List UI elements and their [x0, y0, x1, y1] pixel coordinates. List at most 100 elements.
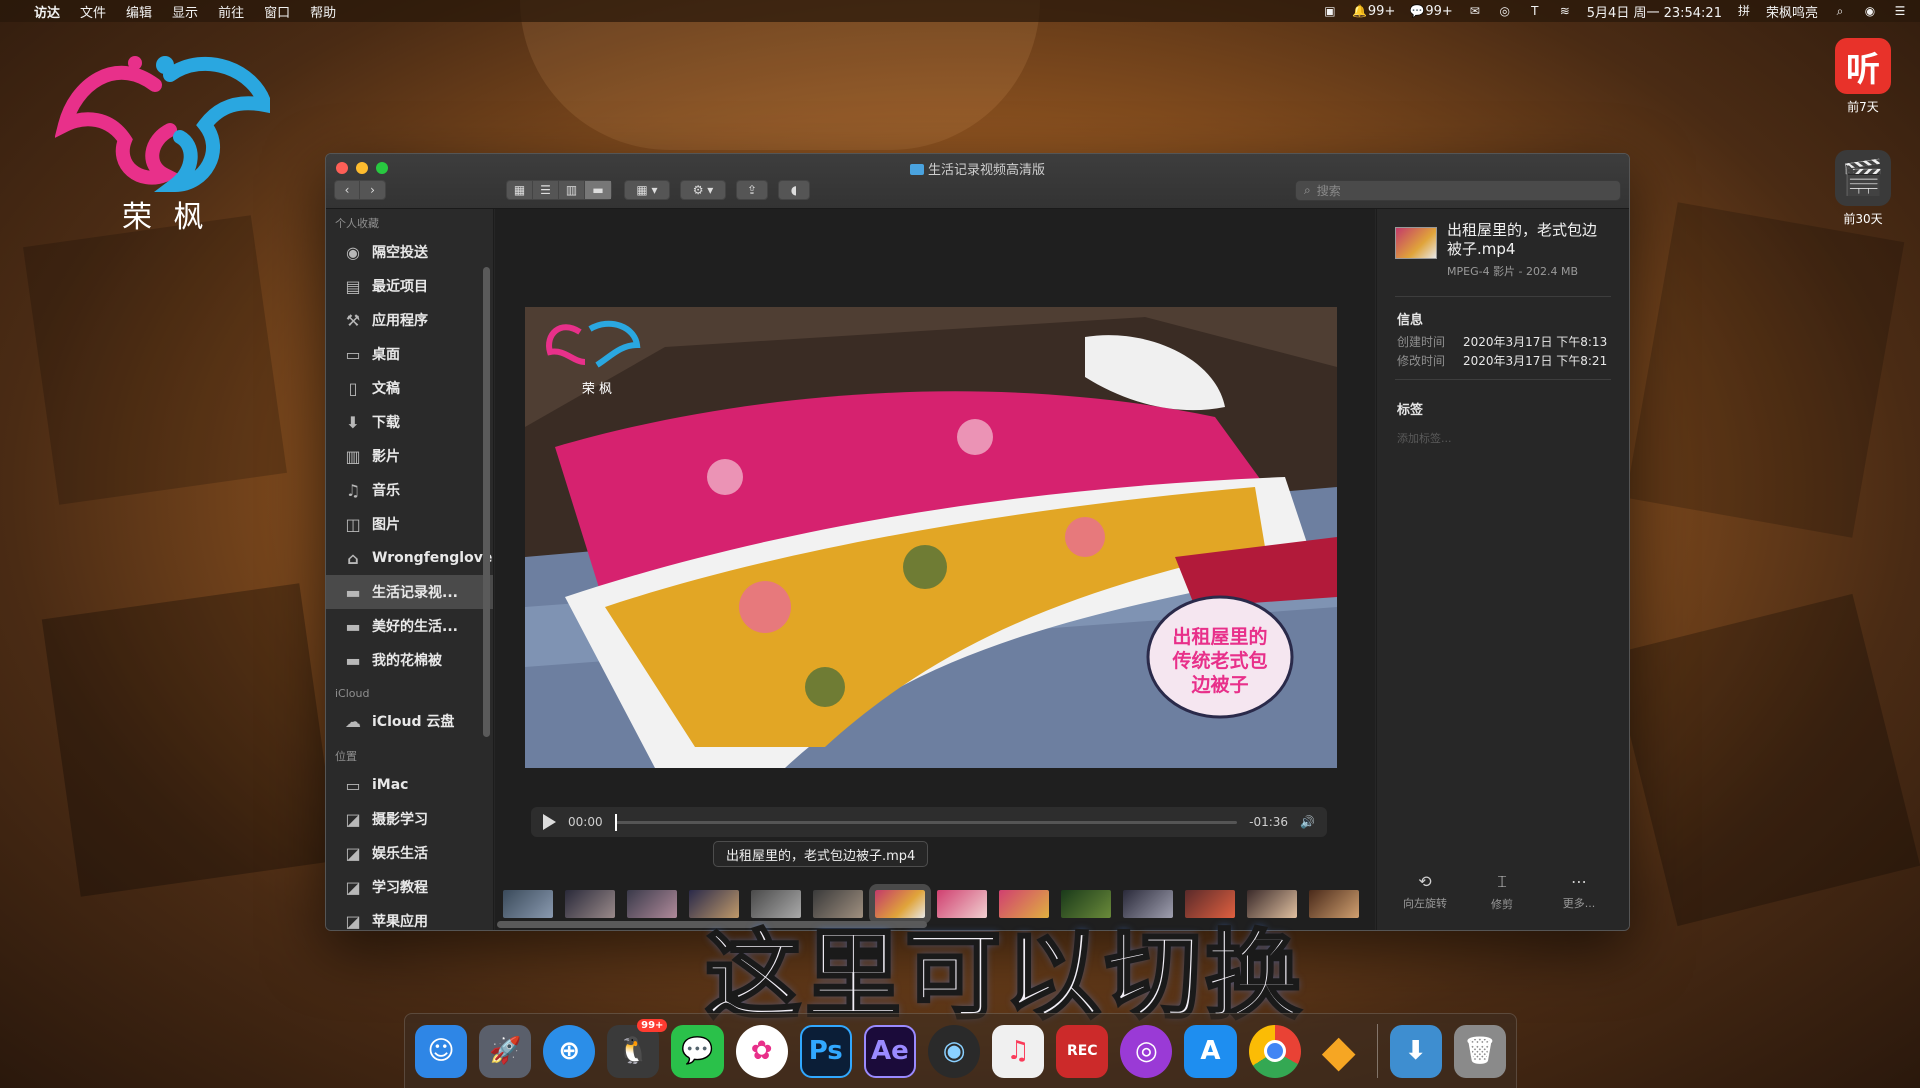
video-preview[interactable]: 出租屋里的 传统老式包 边被子 荣 枫 — [525, 307, 1337, 768]
sidebar-item-music[interactable]: ♫ 音乐 — [326, 473, 493, 507]
search-input[interactable] — [1316, 183, 1597, 198]
sidebar-scrollbar[interactable] — [483, 267, 490, 737]
wechat-app-icon[interactable]: 💬 — [671, 1024, 724, 1078]
desktop-icon-final-cut[interactable]: 🎬 前30天 — [1823, 150, 1903, 227]
current-time: 00:00 — [568, 815, 603, 829]
launchpad-app-icon[interactable]: 🚀 — [479, 1024, 532, 1078]
siri-icon[interactable]: ◉ — [1862, 4, 1878, 18]
filmstrip-thumbnail[interactable] — [1309, 889, 1359, 918]
sidebar-item-airdrop[interactable]: ◉ 隔空投送 — [326, 235, 493, 269]
qq-app-icon[interactable]: 🐧 99+ — [607, 1018, 668, 1078]
search-icon[interactable]: ⌕ — [1832, 4, 1848, 18]
sketch-app-icon[interactable]: ◆ — [1313, 1025, 1365, 1078]
column-view-button[interactable]: ▥ — [559, 181, 585, 199]
action-button[interactable]: ⚙ ▾ — [680, 180, 726, 200]
wifi-icon[interactable]: ≋ — [1557, 4, 1573, 18]
gallery-view-button[interactable]: ▬ — [585, 181, 611, 199]
after-effects-app-icon[interactable]: Ae — [863, 1024, 916, 1078]
menu-help[interactable]: 帮助 — [310, 2, 336, 21]
finder-window: 生活记录视频高清版 ‹ › ▦ ☰ ▥ ▬ ▦ ▾ ⚙ ▾ ⇪ ◖ ⌕ 个人收藏… — [325, 153, 1630, 931]
menu-view[interactable]: 显示 — [172, 2, 198, 21]
trash-icon[interactable]: 🗑 — [1453, 1024, 1506, 1078]
sidebar-item-pictures[interactable]: ◫ 图片 — [326, 507, 493, 541]
rotate-left-button[interactable]: ⟲ 向左旋转 — [1387, 872, 1463, 912]
scrubber[interactable] — [614, 813, 1238, 831]
control-center-icon[interactable]: ☰ — [1892, 4, 1908, 18]
more-button[interactable]: ⋯ 更多... — [1541, 872, 1617, 912]
file-thumbnail — [1395, 227, 1437, 259]
list-view-button[interactable]: ☰ — [533, 181, 559, 199]
sidebar-item-movies[interactable]: ▥ 影片 — [326, 439, 493, 473]
search-field[interactable]: ⌕ — [1295, 180, 1621, 201]
menu-go[interactable]: 前往 — [218, 2, 244, 21]
filmstrip-thumbnail[interactable] — [565, 889, 615, 918]
downloads-stack-icon[interactable]: ⬇ — [1389, 1024, 1442, 1078]
tags-heading: 标签 — [1397, 403, 1424, 418]
davinci-resolve-app-icon[interactable]: ◉ — [928, 1024, 981, 1078]
display-icon[interactable]: ▣ — [1322, 4, 1338, 18]
sidebar-item-beautiful-life[interactable]: ▬ 美好的生活... — [326, 609, 493, 643]
sidebar-item-tutorials[interactable]: ◪ 学习教程 — [326, 870, 493, 904]
created-row: 创建时间 2020年3月17日 下午8:13 — [1397, 333, 1607, 350]
desktop-icon-listen[interactable]: 听 前7天 — [1823, 38, 1903, 115]
title-bar[interactable]: 生活记录视频高清版 ‹ › ▦ ☰ ▥ ▬ ▦ ▾ ⚙ ▾ ⇪ ◖ ⌕ — [326, 154, 1629, 209]
add-tags-field[interactable]: 添加标签... — [1397, 430, 1452, 446]
modified-key: 修改时间 — [1397, 354, 1446, 368]
menu-edit[interactable]: 编辑 — [126, 2, 152, 21]
scrubber-knob[interactable] — [614, 813, 617, 831]
qq-badge: 99+ — [637, 1018, 668, 1032]
sidebar-item-desktop[interactable]: ▭ 桌面 — [326, 337, 493, 371]
trim-button[interactable]: ⌶ 修剪 — [1464, 872, 1540, 912]
sidebar-item-downloads[interactable]: ⬇ 下载 — [326, 405, 493, 439]
input-method-icon[interactable]: 拼 — [1736, 4, 1752, 18]
sidebar-item-entertainment[interactable]: ◪ 娱乐生活 — [326, 836, 493, 870]
app-store-app-icon[interactable]: A — [1184, 1024, 1237, 1078]
folder-icon — [909, 164, 924, 175]
text-icon[interactable]: T — [1527, 4, 1543, 18]
forward-button[interactable]: › — [360, 181, 385, 199]
wechat-status[interactable]: 💬99+ — [1409, 4, 1453, 19]
screen-record-app-icon[interactable]: REC — [1056, 1024, 1109, 1078]
back-button[interactable]: ‹ — [335, 181, 361, 199]
creative-cloud-icon[interactable]: ◎ — [1497, 4, 1513, 18]
created-key: 创建时间 — [1397, 335, 1446, 349]
sidebar-item-life-record[interactable]: ▬ 生活记录视... — [326, 575, 493, 609]
sidebar-item-documents[interactable]: ▯ 文稿 — [326, 371, 493, 405]
photoshop-app-icon[interactable]: Ps — [799, 1024, 852, 1078]
app-menu[interactable]: 访达 — [34, 2, 60, 21]
notification-status[interactable]: 🔔99+ — [1352, 4, 1395, 19]
chrome-app-icon[interactable] — [1248, 1024, 1301, 1078]
filmstrip-thumbnail[interactable] — [627, 889, 677, 918]
tag-button[interactable]: ◖ — [778, 180, 810, 200]
finder-app-icon[interactable]: ☺ — [415, 1024, 468, 1078]
sidebar-item-imac[interactable]: ▭ iMac — [326, 768, 493, 802]
volume-icon[interactable]: 🔊 — [1300, 815, 1315, 829]
group-button[interactable]: ▦ ▾ — [624, 180, 670, 200]
sidebar-item-recents[interactable]: ▤ 最近项目 — [326, 269, 493, 303]
sidebar-item-home[interactable]: ⌂ Wrongfenglove — [326, 541, 493, 575]
home-icon: ⌂ — [347, 548, 359, 568]
clock[interactable]: 5月4日 周一 23:54:21 — [1587, 2, 1722, 21]
menu-window[interactable]: 窗口 — [264, 2, 290, 21]
file-header: 出租屋里的，老式包边被子.mp4 MPEG-4 影片 - 202.4 MB — [1395, 221, 1602, 279]
menu-file[interactable]: 文件 — [80, 2, 106, 21]
music-app-icon[interactable]: ♫ — [992, 1024, 1045, 1078]
icon-view-button[interactable]: ▦ — [507, 181, 533, 199]
sidebar-item-photography[interactable]: ◪ 摄影学习 — [326, 802, 493, 836]
user-menu[interactable]: 荣枫鸣亮 — [1766, 2, 1818, 21]
safari-app-icon[interactable]: ⊕ — [543, 1024, 596, 1078]
sidebar-item-applications[interactable]: ⚒ 应用程序 — [326, 303, 493, 337]
play-button[interactable] — [543, 814, 556, 830]
sidebar-item-flower-quilt[interactable]: ▬ 我的花棉被 — [326, 643, 493, 677]
sidebar-section-favorites: 个人收藏 — [335, 217, 379, 230]
photos-app-icon[interactable]: ✿ — [735, 1024, 788, 1078]
wallpaper-photo — [41, 583, 339, 897]
listen-app-icon: 听 — [1835, 38, 1891, 94]
share-button[interactable]: ⇪ — [736, 180, 768, 200]
message-icon[interactable]: ✉ — [1467, 4, 1483, 18]
sidebar-item-apple-apps[interactable]: ◪ 苹果应用 — [326, 904, 493, 931]
podcasts-app-icon[interactable]: ◎ — [1120, 1024, 1173, 1078]
sidebar-item-icloud-drive[interactable]: ☁ iCloud 云盘 — [326, 704, 493, 738]
filmstrip-thumbnail[interactable] — [503, 889, 553, 918]
svg-text:传统老式包: 传统老式包 — [1171, 649, 1267, 672]
